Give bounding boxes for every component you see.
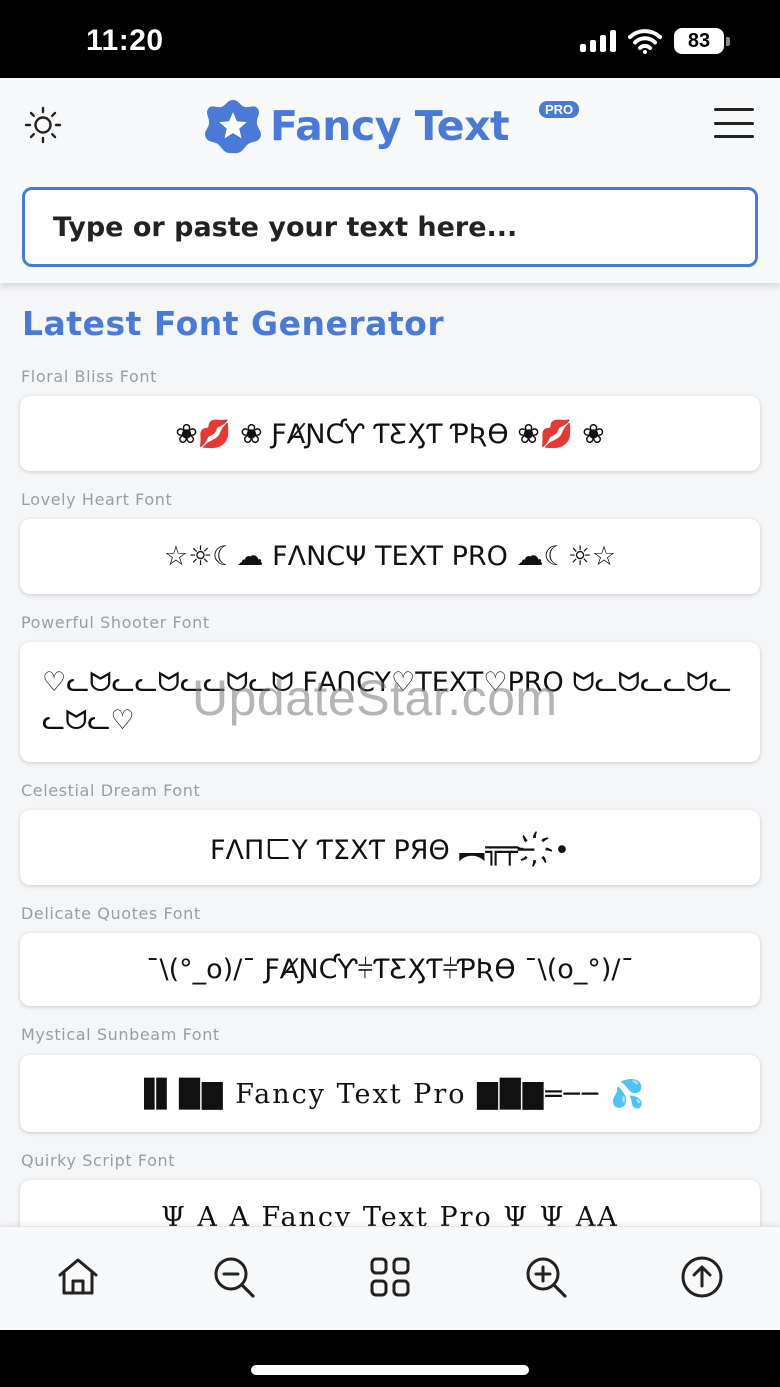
font-card-celestial-dream[interactable]: FΛПㄈY ƬΣXƬ PЯΘ ︻╦╤─ ҉• (20, 810, 760, 885)
badge-star-icon (205, 100, 261, 154)
status-time: 11:20 (86, 24, 164, 57)
bottom-nav (0, 1226, 780, 1330)
font-label: Powerful Shooter Font (21, 613, 210, 632)
app-logo[interactable]: Fancy Text PRO (202, 96, 582, 156)
wifi-icon (628, 29, 662, 54)
scroll-top-icon (681, 1256, 723, 1298)
font-card-floral-bliss[interactable]: ❀💋 ❀ ƑȺƝƇƳ ƬƸӼƬ ƤƦƟ ❀💋 ❀ (20, 396, 760, 471)
logo-text: Fancy Text (270, 102, 510, 150)
font-card-delicate-quotes[interactable]: ¯\(°_o)/¯ ƑȺƝƇƳ⫩ƬƸӼƬ⫩ƤƦƟ ¯\(o_°)/¯ (20, 933, 760, 1006)
input-section (0, 173, 780, 283)
status-icons: 83 (580, 28, 730, 54)
status-bar: 11:20 83 (0, 0, 780, 78)
font-card-mystical-sunbeam[interactable]: ▐▌█▇ Fancy Text Pro ▇█▇═── 💦 (20, 1055, 760, 1132)
menu-line (714, 108, 754, 111)
zoom-out-icon (214, 1257, 255, 1298)
sun-icon (24, 106, 62, 144)
battery-icon: 83 (674, 28, 730, 54)
text-input[interactable] (22, 187, 758, 267)
app-header: Fancy Text PRO (0, 78, 780, 173)
home-icon (58, 1258, 98, 1295)
section-title: Latest Font Generator (22, 304, 445, 343)
grid-button[interactable] (364, 1251, 416, 1303)
font-card-powerful-shooter[interactable]: ♡ᓚᗢᓚᓚᗢᓚᓚᗢᓚᗢ FΑՈCY♡TEXT♡PRO ᗢᓚᗢᓚᓚᗢᓚᓚᗢᓚ♡ (20, 642, 760, 762)
font-label: Celestial Dream Font (21, 781, 201, 800)
menu-button[interactable] (714, 108, 754, 138)
zoom-out-button[interactable] (208, 1251, 260, 1303)
grid-icon (370, 1257, 410, 1297)
home-indicator-area (0, 1330, 780, 1387)
app-screen: Fancy Text PRO Latest Font Generator Flo… (0, 78, 780, 1330)
scroll-top-button[interactable] (676, 1251, 728, 1303)
font-label: Quirky Script Font (21, 1151, 176, 1170)
font-label: Delicate Quotes Font (21, 904, 201, 923)
menu-line (714, 135, 754, 138)
battery-level: 83 (674, 28, 724, 54)
home-indicator[interactable] (251, 1365, 529, 1375)
theme-toggle-button[interactable] (22, 104, 64, 146)
zoom-in-icon (526, 1257, 567, 1298)
menu-line (714, 121, 754, 125)
font-label: Lovely Heart Font (21, 490, 173, 509)
pro-badge: PRO (537, 99, 582, 120)
font-label: Floral Bliss Font (21, 367, 158, 386)
font-card-lovely-heart[interactable]: ☆☼☾☁ FΛNCΨ TEXT PRO ☁☾☼☆ (20, 519, 760, 594)
home-button[interactable] (52, 1251, 104, 1303)
zoom-in-button[interactable] (520, 1251, 572, 1303)
font-label: Mystical Sunbeam Font (21, 1025, 220, 1044)
signal-icon (580, 30, 616, 52)
